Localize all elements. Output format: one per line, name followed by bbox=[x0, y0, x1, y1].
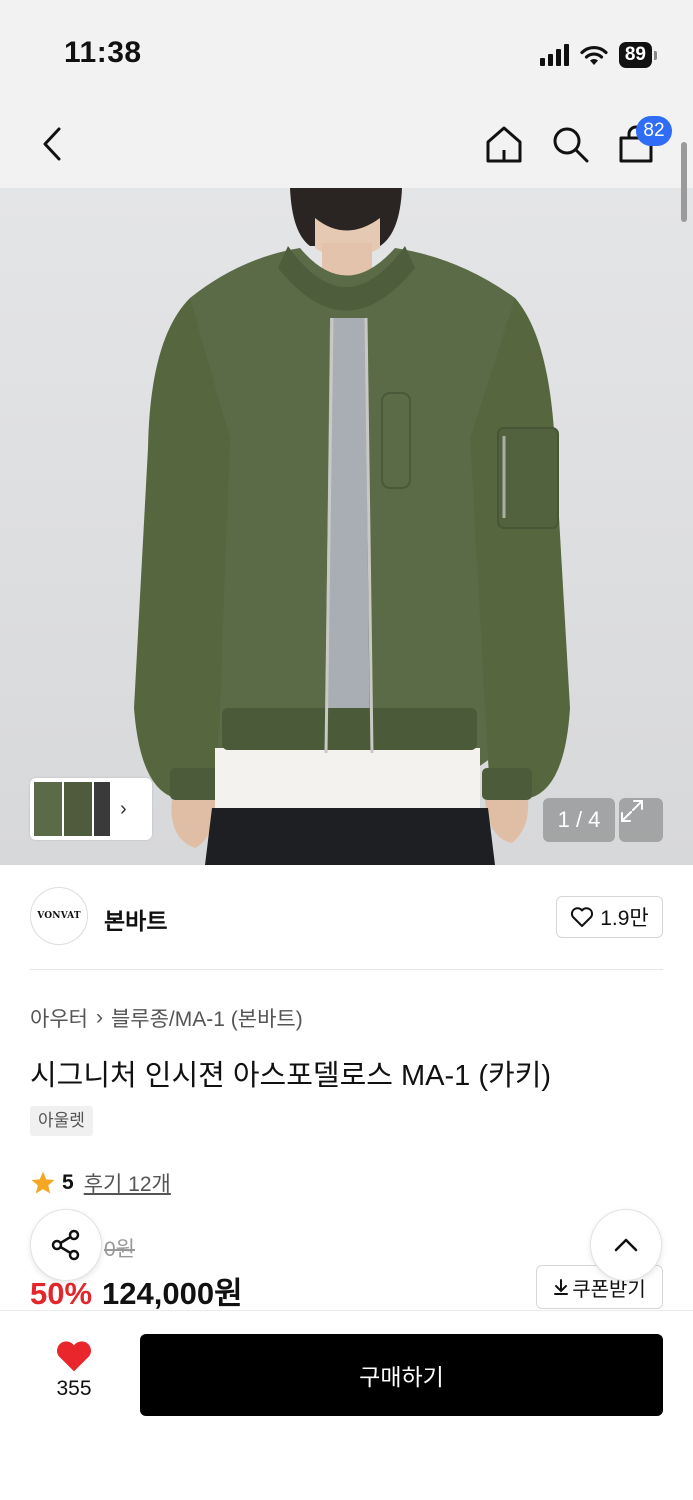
rating-row: 5 후기 12개 bbox=[30, 1168, 171, 1198]
scroll-to-top-button[interactable] bbox=[590, 1209, 662, 1281]
bottom-action-bar: 355 구매하기 bbox=[0, 1310, 693, 1500]
battery-level: 89 bbox=[618, 42, 652, 68]
divider bbox=[30, 969, 663, 970]
status-time: 11:38 bbox=[64, 36, 142, 69]
cart-button[interactable]: 82 bbox=[606, 114, 672, 174]
thumbnail[interactable] bbox=[94, 782, 110, 836]
star-icon bbox=[31, 1171, 55, 1194]
brand-logo[interactable]: VONVAT bbox=[30, 887, 88, 945]
product-like-count: 355 bbox=[56, 1377, 92, 1400]
outlet-tag: 아울렛 bbox=[30, 1106, 93, 1136]
thumbnail-strip[interactable]: › bbox=[30, 778, 152, 840]
share-button[interactable] bbox=[30, 1209, 102, 1281]
status-bar: 11:38 89 bbox=[0, 0, 693, 100]
thumbnail[interactable] bbox=[34, 782, 62, 836]
cart-count-badge: 82 bbox=[636, 116, 672, 146]
back-icon bbox=[43, 127, 61, 161]
review-count-link[interactable]: 후기 12개 bbox=[84, 1168, 171, 1198]
brand-name[interactable]: 본바트 bbox=[104, 902, 167, 936]
sale-price: 124,000원 bbox=[102, 1276, 243, 1311]
scrollbar[interactable] bbox=[681, 142, 687, 222]
breadcrumb: 아우터 › 블루종/MA-1 (본바트) bbox=[30, 1003, 303, 1033]
download-icon bbox=[554, 1279, 569, 1295]
discount-rate: 50% bbox=[30, 1276, 93, 1311]
expand-icon bbox=[621, 800, 643, 822]
heart-filled-icon bbox=[56, 1341, 92, 1372]
brand-like-button[interactable]: 1.9만 bbox=[556, 896, 663, 938]
wifi-icon bbox=[580, 45, 608, 65]
chevron-right-icon[interactable]: › bbox=[120, 798, 127, 821]
status-icons: 89 bbox=[539, 40, 657, 70]
expand-button[interactable] bbox=[619, 798, 663, 842]
home-icon bbox=[486, 126, 522, 163]
search-icon bbox=[553, 127, 589, 163]
breadcrumb-category[interactable]: 아우터 bbox=[30, 1003, 88, 1033]
back-button[interactable] bbox=[22, 114, 82, 174]
heart-outline-icon bbox=[571, 907, 594, 927]
search-button[interactable] bbox=[540, 114, 600, 174]
top-nav: 82 bbox=[0, 100, 693, 188]
product-title: 시그니처 인시젼 아스포델로스 MA-1 (카키) bbox=[30, 1060, 552, 1092]
brand-row[interactable]: VONVAT 본바트 1.9만 bbox=[30, 887, 663, 947]
chevron-up-icon bbox=[614, 1238, 638, 1252]
image-counter: 1 / 4 bbox=[543, 798, 615, 842]
buy-button[interactable]: 구매하기 bbox=[140, 1334, 663, 1416]
breadcrumb-subcategory[interactable]: 블루종/MA-1 (본바트) bbox=[111, 1003, 303, 1033]
rating-score: 5 bbox=[62, 1171, 74, 1194]
original-price: 0원 bbox=[104, 1238, 135, 1261]
product-photo bbox=[134, 188, 570, 865]
product-image-gallery[interactable]: › 1 / 4 bbox=[0, 188, 693, 865]
chevron-right-icon: › bbox=[95, 1006, 103, 1029]
product-like-button[interactable]: 355 bbox=[30, 1339, 118, 1401]
brand-like-count: 1.9만 bbox=[600, 907, 649, 930]
home-button[interactable] bbox=[474, 114, 534, 174]
share-icon bbox=[51, 1229, 80, 1261]
thumbnail[interactable] bbox=[64, 782, 92, 836]
battery-icon: 89 bbox=[618, 42, 657, 68]
signal-icon bbox=[539, 44, 569, 66]
